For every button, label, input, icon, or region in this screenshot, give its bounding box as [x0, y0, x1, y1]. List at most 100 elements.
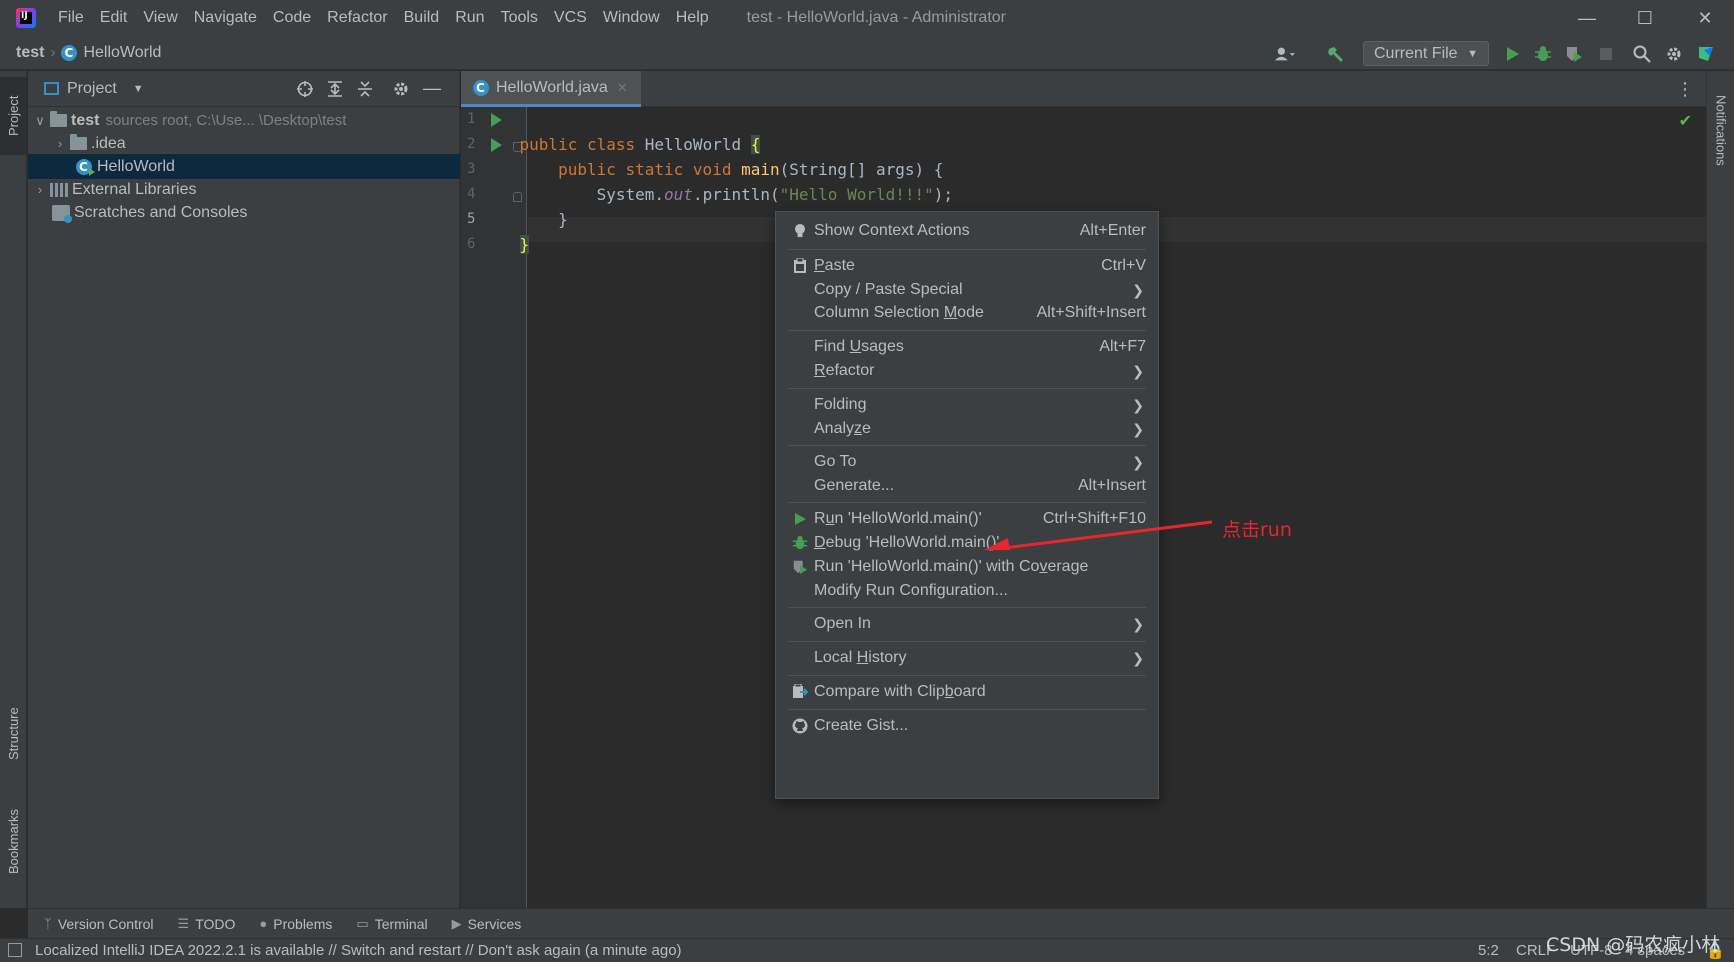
chevron-right-icon[interactable]: › [30, 182, 50, 197]
tool-tab-terminal[interactable]: ▭ Terminal [356, 916, 427, 932]
menu-run[interactable]: Run [447, 0, 492, 36]
code-line-4: } [481, 182, 568, 229]
more-options-icon[interactable]: ⋮ [1676, 79, 1694, 100]
debug-bug-icon[interactable] [1533, 44, 1553, 64]
caret-position[interactable]: 5:2 [1478, 942, 1499, 959]
code-line-1: public class HelloWorld { [481, 107, 761, 154]
menu-item-find-usages[interactable]: Find Usages Alt+F7 [776, 334, 1158, 360]
menu-item-folding[interactable]: Folding ❯ [776, 392, 1158, 418]
run-icon[interactable] [1502, 44, 1522, 64]
tool-tab-project[interactable]: Project [0, 77, 27, 155]
menu-navigate[interactable]: Navigate [186, 0, 265, 36]
menu-item-compare-with-clipboard[interactable]: Compare with Clipboard [776, 679, 1158, 705]
menu-tools[interactable]: Tools [493, 0, 546, 36]
tree-item-label: Scratches and Consoles [74, 203, 248, 221]
tree-item-external-libraries[interactable]: › External Libraries [28, 177, 460, 202]
search-icon[interactable] [1632, 44, 1652, 64]
label-part: n 'HelloWorld.main()' [834, 510, 982, 527]
mnemonic: z [854, 420, 863, 437]
label-part: R [814, 510, 826, 527]
tool-tab-bookmarks-label: Bookmarks [6, 808, 21, 874]
chevron-down-icon[interactable]: ▼ [133, 83, 144, 95]
hide-panel-icon[interactable]: — [423, 78, 441, 99]
maximize-button[interactable]: ☐ [1616, 0, 1674, 36]
tool-tab-problems[interactable]: ● Problems [259, 916, 332, 932]
annotation-label: 点击run [1222, 519, 1292, 541]
menu-item-generate[interactable]: Generate... Alt+Insert [776, 473, 1158, 499]
tool-tab-bookmarks[interactable]: Bookmarks [0, 791, 27, 891]
menu-view[interactable]: View [135, 0, 185, 36]
tool-tab-todo[interactable]: ☰ TODO [178, 916, 236, 932]
menu-code[interactable]: Code [265, 0, 319, 36]
expand-all-icon[interactable] [326, 80, 344, 102]
chevron-down-icon[interactable]: ∨ [30, 113, 50, 129]
run-with-coverage-icon[interactable] [1564, 44, 1584, 64]
menu-item-label: Refactor [814, 362, 874, 380]
menu-item-go-to[interactable]: Go To ❯ [776, 449, 1158, 475]
settings-gear-icon[interactable] [1664, 44, 1684, 64]
menu-item-open-in[interactable]: Open In ❯ [776, 611, 1158, 637]
tree-item-detail: sources root, C:\Use... \Desktop\test [105, 112, 347, 129]
menu-separator [788, 445, 1146, 446]
tab-helloworld-java[interactable]: HelloWorld.java ✕ [461, 71, 641, 107]
menu-item-label: Copy / Paste Special [814, 281, 963, 298]
menu-build[interactable]: Build [396, 0, 448, 36]
chevron-right-icon[interactable]: › [50, 136, 70, 151]
no-problems-check-icon[interactable]: ✔ [1679, 111, 1692, 131]
jetbrains-toolbox-icon[interactable] [1696, 44, 1716, 64]
run-icon [791, 510, 809, 528]
title-menu-bar: IJ File Edit View Navigate Code Refactor… [0, 0, 1734, 36]
menu-item-label: Analyze [814, 420, 871, 438]
tool-tab-notifications[interactable]: Notifications [1707, 75, 1734, 185]
tool-tab-project-label: Project [6, 95, 21, 137]
menu-separator [788, 675, 1146, 676]
menu-refactor[interactable]: Refactor [319, 0, 395, 36]
project-view-title[interactable]: Project [67, 80, 117, 98]
tree-item-helloworld[interactable]: HelloWorld [28, 154, 460, 179]
menu-item-modify-run-configuration[interactable]: Modify Run Configuration... [776, 578, 1158, 604]
mnemonic: P [814, 257, 825, 274]
tool-tab-version-control[interactable]: ᛉ Version Control [44, 916, 154, 932]
tool-tab-structure[interactable]: Structure [0, 691, 27, 776]
annotation-arrow [984, 520, 1213, 550]
menu-window[interactable]: Window [595, 0, 668, 36]
menu-item-create-gist[interactable]: Create Gist... [776, 713, 1158, 739]
locate-file-icon[interactable] [296, 80, 314, 102]
tree-item-idea[interactable]: › .idea [28, 131, 460, 156]
code-line-3: System.out.println("Hello World!!!"); [481, 157, 953, 204]
tree-item-test[interactable]: ∨ test sources root, C:\Use... \Desktop\… [28, 108, 460, 133]
menu-item-refactor[interactable]: Refactor ❯ [776, 358, 1158, 384]
menu-item-column-selection-mode[interactable]: Column Selection Mode Alt+Shift+Insert [776, 300, 1158, 326]
menu-item-label: Run 'HelloWorld.main()' [814, 510, 982, 528]
stop-icon[interactable] [1596, 44, 1616, 64]
breadcrumb-project[interactable]: test [16, 44, 44, 62]
code-line-2: public static void main(String[] args) { [481, 132, 943, 179]
menu-item-analyze[interactable]: Analyze ❯ [776, 416, 1158, 442]
build-hammer-icon[interactable] [1326, 44, 1346, 64]
menu-edit[interactable]: Edit [92, 0, 136, 36]
minimize-button[interactable]: — [1558, 0, 1616, 36]
breadcrumb-file[interactable]: HelloWorld [83, 44, 161, 62]
menu-item-run-with-coverage[interactable]: Run 'HelloWorld.main()' with Coverage [776, 554, 1158, 580]
run-configuration-dropdown[interactable]: Current File ▼ [1363, 41, 1489, 66]
status-message[interactable]: Localized IntelliJ IDEA 2022.2.1 is avai… [35, 942, 682, 959]
collapse-all-icon[interactable] [356, 80, 374, 102]
close-tab-icon[interactable]: ✕ [617, 80, 628, 96]
menu-item-show-context-actions[interactable]: Show Context Actions Alt+Enter [776, 218, 1158, 244]
menu-file[interactable]: File [50, 0, 92, 36]
menu-item-paste[interactable]: Paste Ctrl+V [776, 253, 1158, 279]
user-account-icon[interactable] [1275, 44, 1295, 64]
tree-item-label: HelloWorld [97, 157, 175, 175]
notifications-label: Notifications [1713, 94, 1729, 166]
menu-help[interactable]: Help [668, 0, 717, 36]
menu-item-local-history[interactable]: Local History ❯ [776, 645, 1158, 671]
tree-item-scratches[interactable]: Scratches and Consoles [28, 200, 460, 225]
menu-item-label: Open In [814, 615, 871, 632]
tool-windows-toggle-icon[interactable] [8, 943, 22, 957]
clipboard-icon [791, 257, 809, 275]
tab-label: Problems [273, 915, 333, 932]
close-window-button[interactable]: ✕ [1676, 0, 1734, 36]
panel-settings-gear-icon[interactable] [392, 80, 410, 102]
tool-tab-services[interactable]: ▶ Services [452, 916, 522, 932]
menu-vcs[interactable]: VCS [546, 0, 595, 36]
